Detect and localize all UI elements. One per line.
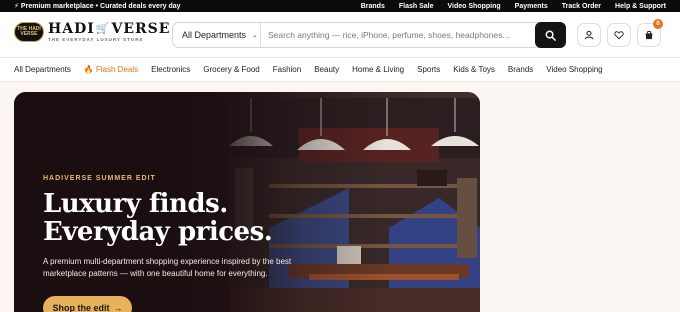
nav-item-home-living[interactable]: Home & Living: [352, 65, 404, 74]
search-bar: All Departments ⌄: [172, 22, 566, 48]
top-links: Brands Flash Sale Video Shopping Payment…: [361, 3, 666, 10]
top-link-brands[interactable]: Brands: [361, 3, 385, 10]
top-link-help-support[interactable]: Help & Support: [615, 3, 666, 10]
logo-tagline: THE EVERYDAY LUXURY STORE: [48, 37, 144, 42]
nav-item-flash-deals[interactable]: 🔥 Flash Deals: [84, 65, 138, 74]
hero-headline: Luxury finds. Everyday prices.: [43, 189, 273, 247]
bolt-icon: ⚡: [14, 3, 19, 10]
top-bar: ⚡ Premium marketplace • Curated deals ev…: [0, 0, 680, 12]
shop-the-edit-button[interactable]: Shop the edit →: [43, 296, 132, 312]
cart-count-badge: 0: [653, 19, 663, 29]
top-link-payments[interactable]: Payments: [515, 3, 548, 10]
heart-icon: [614, 31, 624, 40]
nav-item-kids-toys[interactable]: Kids & Toys: [453, 65, 495, 74]
arrow-right-icon: →: [113, 303, 123, 312]
logo-text: HADI 🛒 VERSE THE EVERYDAY LUXURY STORE: [48, 22, 170, 42]
promo-text-wrapper: ⚡ Premium marketplace • Curated deals ev…: [14, 2, 181, 11]
hero-headline-line-1: Luxury finds.: [43, 189, 228, 219]
nav-item-flash-deals-label: Flash Deals: [95, 65, 139, 74]
nav-item-grocery-food[interactable]: Grocery & Food: [203, 65, 259, 74]
shopping-bag-icon: [645, 30, 653, 40]
top-link-flash-sale[interactable]: Flash Sale: [399, 3, 434, 10]
search-input[interactable]: [261, 23, 535, 47]
logo-cart-icon: 🛒: [95, 22, 111, 35]
cta-label: Shop the edit: [52, 303, 110, 312]
logo-title-left: HADI: [48, 21, 95, 37]
top-link-video-shopping[interactable]: Video Shopping: [448, 3, 501, 10]
search-button[interactable]: [535, 22, 566, 48]
search-icon: [545, 30, 556, 41]
logo-title-right: VERSE: [111, 21, 171, 37]
hero-subtitle: A premium multi-department shopping expe…: [43, 257, 292, 278]
top-link-track-order[interactable]: Track Order: [562, 3, 601, 10]
nav-item-video-shopping[interactable]: Video Shopping: [546, 65, 602, 74]
nav-item-beauty[interactable]: Beauty: [314, 65, 339, 74]
hero-eyebrow: HADIVERSE SUMMER EDIT: [43, 175, 156, 182]
hero-banner: HADIVERSE SUMMER EDIT Luxury finds. Ever…: [14, 92, 480, 312]
user-icon: [584, 30, 594, 40]
nav-item-fashion[interactable]: Fashion: [273, 65, 301, 74]
fire-icon: 🔥: [83, 65, 94, 74]
chevron-down-icon: ⌄: [252, 32, 258, 39]
nav-item-all-departments[interactable]: All Departments: [14, 65, 71, 74]
account-button[interactable]: [577, 23, 601, 47]
hero-headline-line-2: Everyday prices.: [43, 217, 273, 247]
nav-item-electronics[interactable]: Electronics: [151, 65, 190, 74]
logo-badge: THE HADI VERSE: [14, 22, 44, 42]
wishlist-button[interactable]: [607, 23, 631, 47]
nav-item-sports[interactable]: Sports: [417, 65, 440, 74]
category-nav: All Departments 🔥 Flash Deals Electronic…: [0, 58, 680, 82]
cart-button[interactable]: 0: [637, 19, 663, 47]
site-header: THE HADI VERSE HADI 🛒 VERSE THE EVERYDAY…: [0, 12, 680, 58]
department-select[interactable]: All Departments ⌄: [173, 23, 261, 47]
nav-item-brands[interactable]: Brands: [508, 65, 533, 74]
department-select-value: All Departments: [182, 30, 247, 40]
logo-title: HADI 🛒 VERSE: [48, 22, 170, 36]
brand-logo[interactable]: THE HADI VERSE HADI 🛒 VERSE THE EVERYDAY…: [14, 22, 170, 42]
promo-text: Premium marketplace • Curated deals ever…: [20, 2, 181, 10]
